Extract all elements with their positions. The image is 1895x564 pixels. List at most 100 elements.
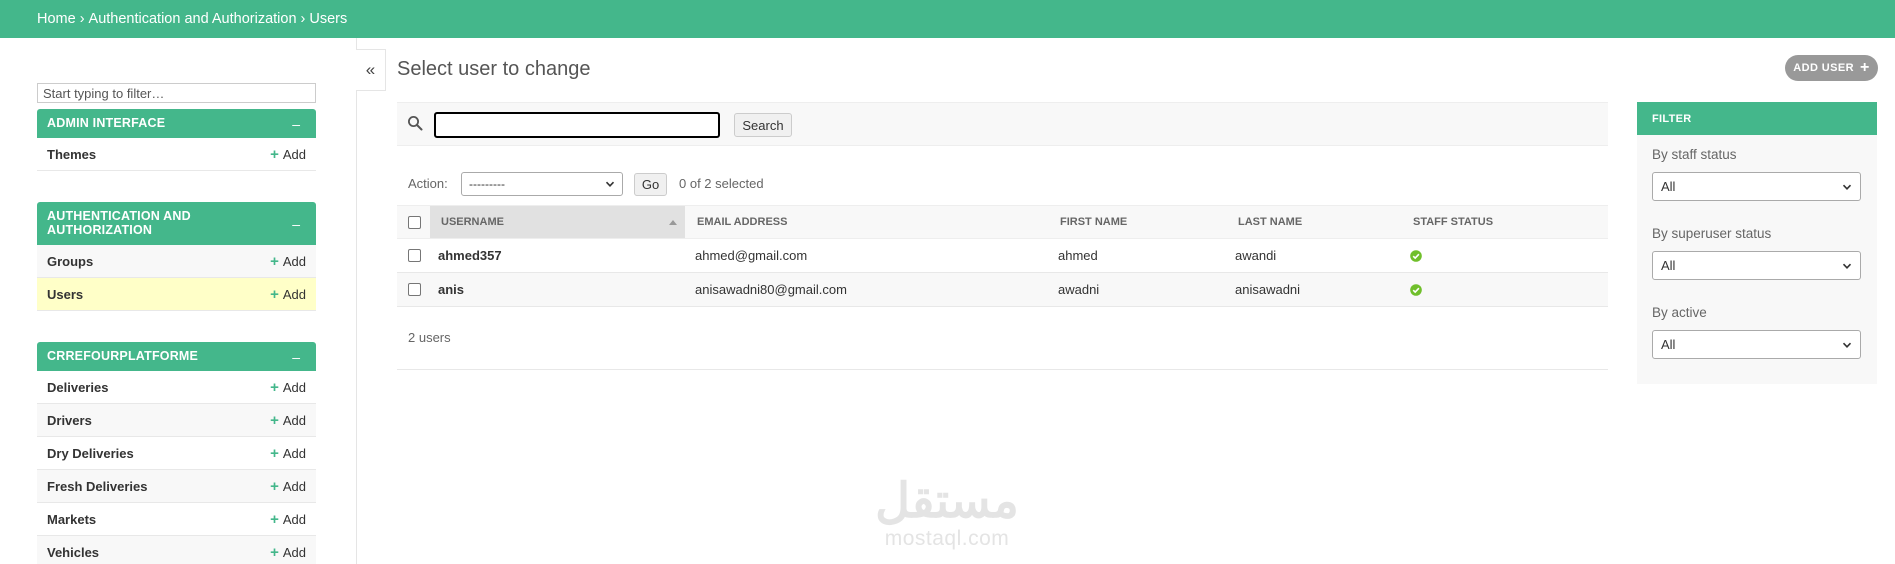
add-user-button[interactable]: Add user +	[1785, 55, 1878, 81]
filter-select-staff-status[interactable]: All	[1652, 172, 1861, 201]
collapse-icon[interactable]: –	[292, 349, 300, 365]
row-checkbox-cell	[408, 239, 421, 272]
column-header-first-name[interactable]: First name	[1060, 206, 1127, 238]
sidebar-filter-input[interactable]	[37, 83, 316, 103]
sidebar-item-label[interactable]: Groups	[47, 254, 93, 269]
module-caption-admin-interface[interactable]: Admin Interface –	[37, 109, 316, 138]
select-all-checkbox-cell	[408, 206, 421, 238]
breadcrumb-section-link[interactable]: Authentication and Authorization	[89, 11, 297, 27]
sort-ascending-icon[interactable]	[669, 220, 677, 225]
sidebar-item-label[interactable]: Deliveries	[47, 380, 108, 395]
add-link[interactable]: + Add	[270, 479, 306, 494]
add-link[interactable]: + Add	[270, 287, 306, 302]
plus-icon: +	[270, 145, 279, 163]
breadcrumb: Home › Authentication and Authorization › Us…	[37, 11, 347, 27]
sidebar-item-groups[interactable]: Groups + Add	[37, 245, 316, 278]
add-link-label: Add	[282, 286, 306, 302]
first-name-cell: awadni	[1058, 282, 1100, 297]
add-link-label: Add	[282, 146, 306, 162]
breadcrumb-separator: ›	[79, 11, 85, 27]
sidebar-item-label[interactable]: Dry Deliveries	[47, 446, 134, 461]
sidebar-item-vehicles[interactable]: Vehicles + Add	[37, 536, 316, 564]
column-header-staff-status[interactable]: Staff status	[1413, 206, 1493, 238]
add-link[interactable]: + Add	[270, 413, 306, 428]
collapse-icon[interactable]: –	[292, 216, 300, 232]
sidebar-item-label[interactable]: Themes	[47, 147, 96, 162]
module-caption-label: Admin Interface	[47, 115, 166, 130]
check-icon	[1410, 249, 1422, 262]
row-checkbox[interactable]	[408, 283, 421, 296]
add-link-label: Add	[282, 253, 306, 269]
mostaql-watermark: مستقل mostaql.com	[872, 478, 1022, 551]
module-caption-crrefourplatforme[interactable]: Crrefourplatforme –	[37, 342, 316, 371]
column-header-username[interactable]: Username	[430, 206, 685, 238]
add-link[interactable]: + Add	[270, 254, 306, 269]
breadcrumb-separator: ›	[300, 11, 306, 27]
watermark-arabic-text: مستقل	[875, 475, 1019, 528]
sidebar-item-label[interactable]: Vehicles	[47, 545, 99, 560]
go-button[interactable]: Go	[634, 173, 667, 196]
plus-icon: +	[270, 285, 279, 303]
chevron-down-icon	[605, 181, 615, 187]
check-icon	[1410, 283, 1422, 296]
module-caption-authentication[interactable]: Authentication and Authorization –	[37, 202, 316, 245]
search-toolbar: Search	[397, 102, 1608, 146]
result-count: 2 users	[408, 330, 451, 345]
staff-status-cell	[1410, 273, 1422, 306]
add-link[interactable]: + Add	[270, 380, 306, 395]
sidebar-item-themes[interactable]: Themes + Add	[37, 138, 316, 171]
collapse-icon[interactable]: –	[292, 116, 300, 132]
sidebar-item-label[interactable]: Markets	[47, 512, 96, 527]
sidebar-item-label[interactable]: Fresh Deliveries	[47, 479, 147, 494]
sidebar-item-drivers[interactable]: Drivers + Add	[37, 404, 316, 437]
search-button[interactable]: Search	[734, 113, 792, 137]
email-cell: ahmed@gmail.com	[695, 248, 808, 263]
sidebar-item-fresh-deliveries[interactable]: Fresh Deliveries + Add	[37, 470, 316, 503]
table-header: Username Email address First name Last n…	[397, 205, 1608, 239]
staff-status-cell	[1410, 239, 1422, 272]
add-link-label: Add	[282, 511, 306, 527]
filter-label-superuser-status: By superuser status	[1652, 226, 1772, 241]
sidebar-item-users[interactable]: Users + Add	[37, 278, 316, 311]
add-link-label: Add	[282, 379, 306, 395]
header-bar: Home › Authentication and Authorization › Us…	[0, 0, 1895, 38]
action-select-value: ---------	[469, 177, 505, 191]
filter-select-active[interactable]: All	[1652, 330, 1861, 359]
sidebar-divider	[356, 38, 357, 564]
filter-select-superuser-status[interactable]: All	[1652, 251, 1861, 280]
add-link[interactable]: + Add	[270, 446, 306, 461]
add-link[interactable]: + Add	[270, 545, 306, 560]
breadcrumb-home-link[interactable]: Home	[37, 11, 76, 27]
plus-icon: +	[270, 378, 279, 396]
sidebar-item-markets[interactable]: Markets + Add	[37, 503, 316, 536]
module-caption-label: Crrefourplatforme	[47, 348, 199, 363]
selected-count: 0 of 2 selected	[679, 176, 764, 191]
module-caption-label: Authentication and Authorization	[47, 208, 191, 237]
toggle-sidebar-button[interactable]: «	[356, 49, 386, 91]
sidebar-item-label[interactable]: Users	[47, 287, 83, 302]
username-link[interactable]: anis	[438, 273, 464, 306]
username-link[interactable]: ahmed357	[438, 239, 502, 272]
chevron-down-icon	[1842, 184, 1852, 190]
add-link[interactable]: + Add	[270, 512, 306, 527]
filter-title: Filter	[1637, 102, 1877, 135]
email-cell: anisawadni80@gmail.com	[695, 282, 847, 297]
filter-select-value: All	[1661, 179, 1676, 194]
sidebar-item-dry-deliveries[interactable]: Dry Deliveries + Add	[37, 437, 316, 470]
plus-icon: +	[270, 411, 279, 429]
add-link[interactable]: + Add	[270, 147, 306, 162]
add-link-label: Add	[282, 412, 306, 428]
sidebar-item-label[interactable]: Drivers	[47, 413, 92, 428]
select-all-checkbox[interactable]	[408, 215, 421, 229]
first-name-cell: ahmed	[1058, 248, 1098, 263]
sidebar-item-deliveries[interactable]: Deliveries + Add	[37, 371, 316, 404]
search-input[interactable]	[434, 112, 720, 138]
plus-icon: +	[270, 510, 279, 528]
action-select[interactable]: ---------	[461, 172, 623, 196]
filter-label-staff-status: By staff status	[1652, 147, 1737, 162]
add-link-label: Add	[282, 445, 306, 461]
column-header-email[interactable]: Email address	[697, 206, 787, 238]
row-checkbox[interactable]	[408, 249, 421, 262]
column-header-last-name[interactable]: Last name	[1238, 206, 1302, 238]
chevron-down-icon	[1842, 342, 1852, 348]
